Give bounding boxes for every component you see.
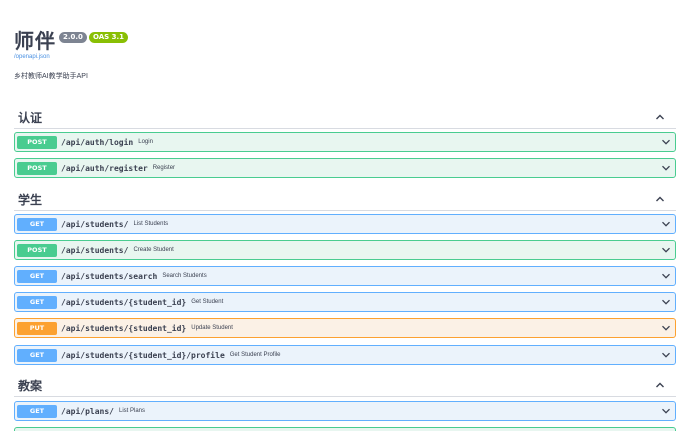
tag-name: 教案 [18, 379, 43, 393]
operation-path: /api/plans/ [61, 406, 114, 416]
operation-get-student[interactable]: GET /api/students/{student_id} Get Stude… [14, 292, 676, 312]
operation-partial-next[interactable] [14, 427, 676, 431]
operation-post-auth-register[interactable]: POST /api/auth/register Register [14, 158, 676, 178]
operation-post-students-create[interactable]: POST /api/students/ Create Student [14, 240, 676, 260]
operation-summary: Search Students [162, 273, 207, 279]
swagger-page: 师伴 2.0.0 OAS 3.1 /openapi.json 乡村教师AI教学助… [0, 0, 690, 431]
title-row: 师伴 2.0.0 OAS 3.1 [14, 28, 128, 54]
chevron-down-icon[interactable] [661, 350, 671, 360]
method-badge: POST [17, 243, 57, 257]
chevron-down-icon[interactable] [661, 163, 671, 173]
operation-get-students-search[interactable]: GET /api/students/search Search Students [14, 266, 676, 286]
operation-path: /api/students/ [61, 219, 129, 229]
operation-summary: List Plans [118, 408, 145, 414]
method-badge: GET [17, 348, 57, 362]
operation-summary: Get Student Profile [229, 352, 281, 358]
chevron-down-icon[interactable] [661, 406, 671, 416]
version-badge: 2.0.0 [59, 32, 87, 43]
chevron-down-icon[interactable] [661, 323, 671, 333]
api-info: 师伴 2.0.0 OAS 3.1 /openapi.json 乡村教师AI教学助… [14, 28, 128, 81]
tag-name: 认证 [18, 111, 43, 125]
operation-get-plans-list[interactable]: GET /api/plans/ List Plans [14, 401, 676, 421]
tag-name: 学生 [18, 193, 43, 207]
tag-header-students[interactable]: 学生 [14, 189, 676, 211]
operation-summary: Get Student [191, 299, 224, 305]
api-title: 师伴 [14, 29, 56, 53]
operation-summary: Login [138, 139, 153, 145]
operation-summary: Create Student [133, 247, 174, 253]
operation-get-student-profile[interactable]: GET /api/students/{student_id}/profile G… [14, 345, 676, 365]
operation-post-auth-login[interactable]: POST /api/auth/login Login [14, 132, 676, 152]
method-badge: POST [17, 161, 57, 175]
operation-path: /api/students/{student_id} [61, 323, 187, 333]
operation-path: /api/students/ [61, 245, 129, 255]
chevron-down-icon[interactable] [661, 245, 671, 255]
method-badge: GET [17, 269, 57, 283]
tag-header-plans[interactable]: 教案 [14, 375, 676, 397]
chevron-up-icon[interactable] [654, 379, 666, 391]
operation-path: /api/students/{student_id}/profile [61, 350, 225, 360]
chevron-up-icon[interactable] [654, 111, 666, 123]
chevron-down-icon[interactable] [661, 297, 671, 307]
chevron-down-icon[interactable] [661, 271, 671, 281]
method-badge: GET [17, 217, 57, 231]
api-description: 乡村教师AI教学助手API [14, 73, 88, 80]
operation-get-students-list[interactable]: GET /api/students/ List Students [14, 214, 676, 234]
chevron-down-icon[interactable] [661, 219, 671, 229]
oas-badge: OAS 3.1 [88, 32, 128, 43]
openapi-spec-link[interactable]: /openapi.json [14, 54, 128, 60]
method-badge: GET [17, 404, 57, 418]
method-badge: PUT [17, 321, 57, 335]
tag-header-auth[interactable]: 认证 [14, 107, 676, 129]
method-badge: POST [17, 135, 57, 149]
operation-path: /api/students/search [61, 271, 158, 281]
operation-summary: Update Student [191, 325, 233, 331]
operation-summary: List Students [133, 221, 169, 227]
operation-path: /api/auth/login [61, 137, 134, 147]
operation-path: /api/auth/register [61, 163, 148, 173]
operation-put-student[interactable]: PUT /api/students/{student_id} Update St… [14, 318, 676, 338]
method-badge: GET [17, 295, 57, 309]
operation-path: /api/students/{student_id} [61, 297, 187, 307]
chevron-up-icon[interactable] [654, 193, 666, 205]
chevron-down-icon[interactable] [661, 137, 671, 147]
operation-summary: Register [152, 165, 176, 171]
